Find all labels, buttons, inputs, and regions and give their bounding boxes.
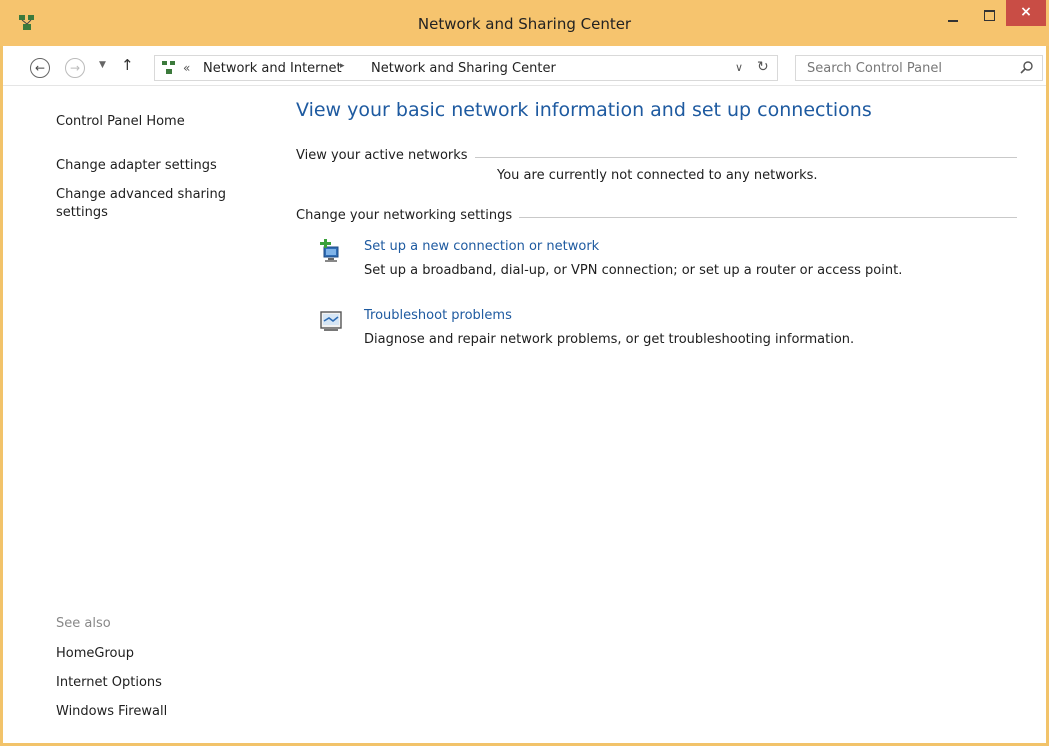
- control-panel-home-link[interactable]: Control Panel Home: [56, 113, 185, 131]
- up-arrow-icon[interactable]: ↑: [121, 56, 134, 74]
- recent-locations-chevron-down-icon[interactable]: ▼: [99, 60, 106, 70]
- window-title: Network and Sharing Center: [417, 15, 632, 33]
- troubleshoot-description: Diagnose and repair network problems, or…: [364, 332, 855, 347]
- breadcrumb-arrow-icon[interactable]: ▸: [340, 61, 345, 71]
- search-input[interactable]: Search Control Panel: [795, 55, 1043, 81]
- see-also-heading: See also: [56, 616, 111, 631]
- active-networks-heading: View your active networks: [296, 148, 475, 163]
- minimize-button[interactable]: [940, 8, 968, 36]
- change-settings-section: Change your networking settings: [296, 208, 1017, 228]
- close-button[interactable]: ×: [1006, 0, 1046, 26]
- close-icon: ×: [1020, 4, 1032, 20]
- refresh-icon[interactable]: ↻: [757, 59, 769, 75]
- windows-firewall-link[interactable]: Windows Firewall: [56, 703, 167, 721]
- network-location-icon: [162, 61, 175, 74]
- search-icon[interactable]: [1020, 60, 1034, 74]
- setup-connection-link[interactable]: Set up a new connection or network: [364, 239, 599, 254]
- back-arrow-icon[interactable]: ←: [30, 58, 50, 78]
- change-adapter-settings-link[interactable]: Change adapter settings: [56, 157, 217, 175]
- navigation-bar: ← → ▼ ↑ « Network and Internet ▸ Network…: [3, 46, 1046, 86]
- homegroup-link[interactable]: HomeGroup: [56, 645, 134, 663]
- window: Network and Sharing Center × ← → ▼ ↑ « N…: [0, 0, 1049, 746]
- change-advanced-sharing-settings-link[interactable]: Change advanced sharing settings: [56, 186, 246, 222]
- connection-status-text: You are currently not connected to any n…: [497, 168, 818, 183]
- search-placeholder: Search Control Panel: [807, 61, 942, 76]
- breadcrumb-network-and-sharing-center[interactable]: Network and Sharing Center: [371, 61, 556, 76]
- troubleshoot-link[interactable]: Troubleshoot problems: [364, 308, 512, 323]
- breadcrumb-overflow[interactable]: «: [183, 61, 190, 75]
- page-title: View your basic network information and …: [296, 99, 872, 121]
- forward-arrow-icon[interactable]: →: [65, 58, 85, 78]
- active-networks-section: View your active networks: [296, 148, 1017, 168]
- address-dropdown-icon[interactable]: ∨: [735, 61, 743, 74]
- setup-connection-description: Set up a broadband, dial-up, or VPN conn…: [364, 263, 903, 278]
- troubleshoot-icon[interactable]: [318, 308, 344, 334]
- maximize-button[interactable]: [976, 8, 1004, 36]
- address-bar[interactable]: « Network and Internet ▸ Network and Sha…: [154, 55, 778, 81]
- breadcrumb-network-and-internet[interactable]: Network and Internet: [203, 61, 342, 76]
- internet-options-link[interactable]: Internet Options: [56, 674, 162, 692]
- change-settings-heading: Change your networking settings: [296, 208, 520, 223]
- title-bar[interactable]: Network and Sharing Center ×: [0, 0, 1049, 46]
- new-connection-icon[interactable]: [318, 239, 344, 265]
